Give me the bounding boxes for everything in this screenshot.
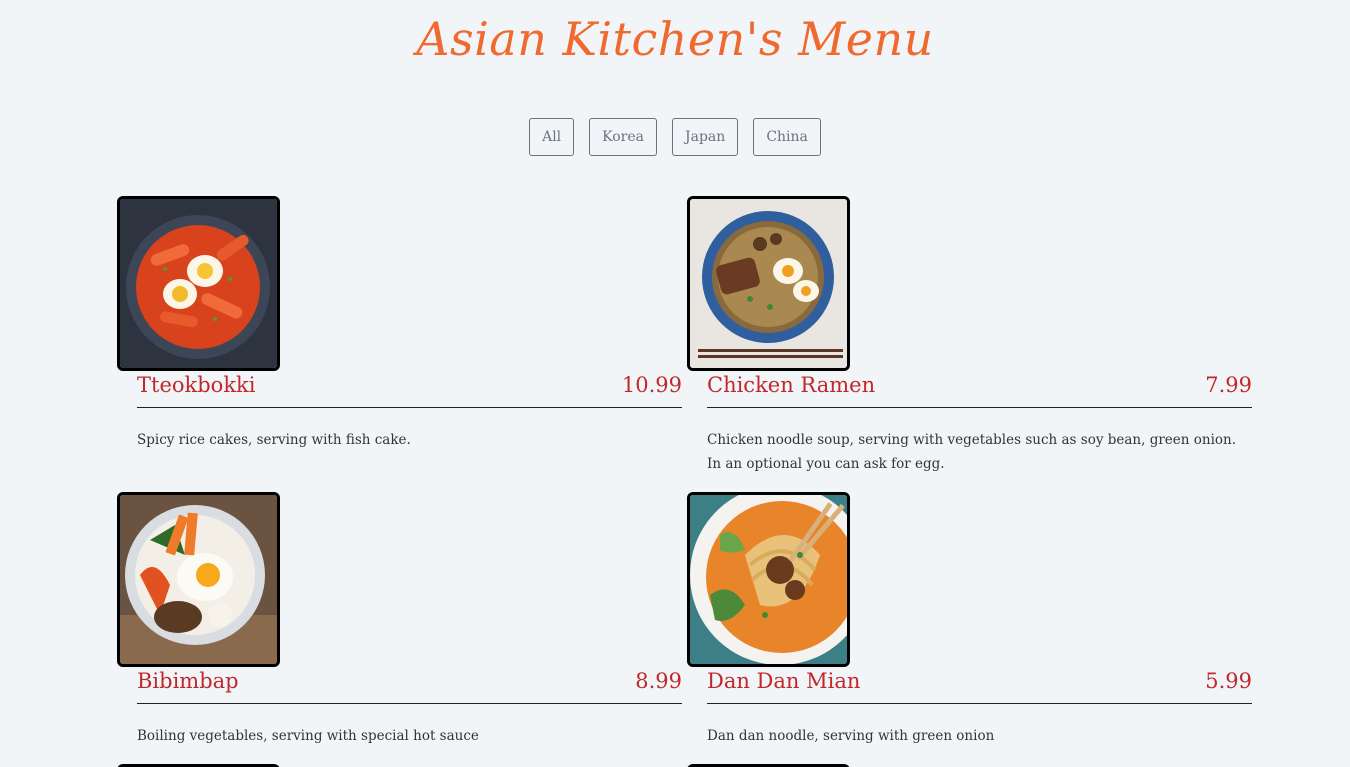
item-divider (137, 703, 682, 704)
item-description: Chicken noodle soup, serving with vegeta… (707, 432, 1237, 472)
item-name: Tteokbokki (137, 373, 256, 397)
page-title: Asian Kitchen's Menu (416, 12, 934, 66)
filter-china-button[interactable]: China (753, 118, 821, 156)
item-name: Bibimbap (137, 669, 239, 693)
item-price: 7.99 (1205, 373, 1252, 397)
tteokbokki-photo (117, 196, 280, 371)
item-description: Dan dan noodle, serving with green onion (707, 728, 995, 744)
item-divider (707, 407, 1252, 408)
item-name: Chicken Ramen (707, 373, 876, 397)
item-description: Spicy rice cakes, serving with fish cake… (137, 432, 411, 448)
item-name: Dan Dan Mian (707, 669, 861, 693)
menu-page: Asian Kitchen's Menu All Korea Japan Chi… (0, 0, 1350, 767)
item-divider (707, 703, 1252, 704)
item-description: Boiling vegetables, serving with special… (137, 728, 479, 744)
item-price: 8.99 (635, 669, 682, 693)
category-filter-bar: All Korea Japan China (0, 118, 1350, 156)
filter-korea-button[interactable]: Korea (589, 118, 658, 156)
item-price: 10.99 (621, 373, 682, 397)
item-price: 5.99 (1205, 669, 1252, 693)
dan-dan-mian-photo (687, 492, 850, 667)
chicken-ramen-photo (687, 196, 850, 371)
bibimbap-photo (117, 492, 280, 667)
filter-japan-button[interactable]: Japan (672, 118, 739, 156)
item-divider (137, 407, 682, 408)
filter-all-button[interactable]: All (529, 118, 575, 156)
